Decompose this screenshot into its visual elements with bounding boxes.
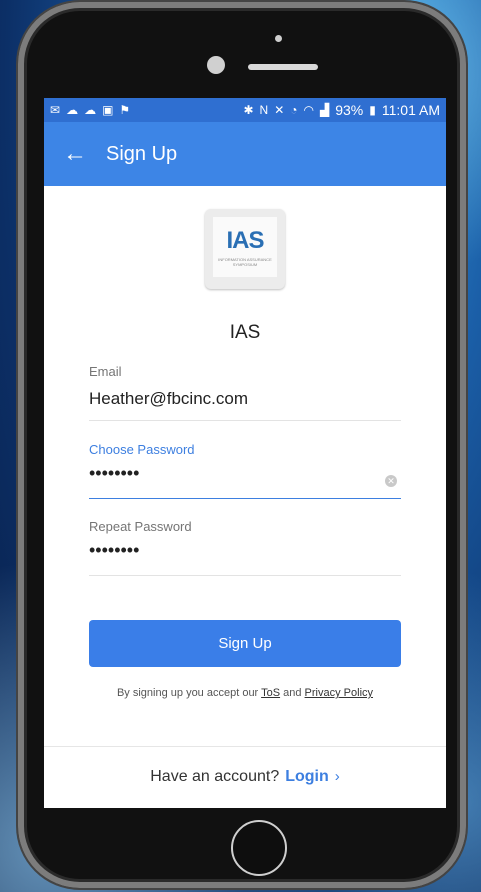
repeat-password-label: Repeat Password (89, 519, 192, 534)
terms-and: and (283, 687, 302, 699)
org-logo-subtitle: INFORMATION ASSURANCE SYMPOSIUM (218, 257, 272, 267)
app-bar: ← Sign Up (44, 122, 446, 186)
notification-icons: ✉ ☁ ☁ ▣ ⚑ (50, 104, 130, 116)
alarm-icon: ◔ (290, 103, 298, 117)
choose-password-underline (89, 498, 401, 499)
battery-percent: 93% (335, 102, 364, 118)
email-label: Email (89, 364, 122, 379)
repeat-password-input[interactable]: •••••••• (89, 540, 401, 561)
choose-password-input[interactable]: •••••••• (89, 463, 401, 484)
privacy-policy-link[interactable]: Privacy Policy (305, 687, 373, 699)
sign-up-button[interactable]: Sign Up (89, 620, 401, 667)
repeat-password-field[interactable]: Repeat Password •••••••• (89, 519, 401, 576)
status-time: 11:01 AM (381, 102, 440, 118)
cloud-upload-icon: ☁ (84, 103, 97, 117)
earpiece-speaker (248, 64, 318, 70)
weather-icon: ☁ (66, 103, 79, 117)
org-logo: IAS INFORMATION ASSURANCE SYMPOSIUM (205, 209, 285, 289)
back-arrow-icon[interactable]: ← (44, 140, 106, 168)
terms-text: By signing up you accept our ToS and Pri… (44, 687, 446, 699)
flag-icon: ⚑ (119, 103, 131, 117)
nfc-icon: N (259, 103, 269, 117)
status-bar: ✉ ☁ ☁ ▣ ⚑ ✱ N ✕ ◔ ◠ ▟ 93% ▮ 11:01 AM (44, 98, 446, 122)
front-sensor (275, 35, 282, 42)
tos-link[interactable]: ToS (261, 687, 280, 699)
chevron-right-icon[interactable]: › (335, 768, 340, 785)
clear-icon[interactable]: ✕ (385, 475, 397, 487)
app-screen: ✉ ☁ ☁ ▣ ⚑ ✱ N ✕ ◔ ◠ ▟ 93% ▮ 11:01 AM ← S… (44, 98, 446, 808)
signal-icon: ▟ (320, 103, 330, 117)
page-title: Sign Up (106, 142, 178, 165)
email-field[interactable]: Email Heather@fbcinc.com (89, 364, 401, 421)
repeat-password-underline (89, 575, 401, 576)
gallery-icon: ▣ (102, 103, 114, 117)
wifi-icon: ◠ (303, 103, 314, 117)
mute-icon: ✕ (274, 103, 285, 117)
org-name: IAS (229, 322, 261, 343)
battery-icon: ▮ (369, 103, 376, 117)
email-underline (89, 420, 401, 421)
choose-password-label: Choose Password (89, 442, 195, 457)
home-button[interactable] (231, 820, 287, 876)
system-icons: ✱ N ✕ ◔ ◠ ▟ 93% ▮ 11:01 AM (243, 102, 440, 118)
divider (44, 746, 446, 747)
login-link[interactable]: Login (285, 768, 329, 785)
email-input[interactable]: Heather@fbcinc.com (89, 389, 401, 409)
org-logo-image: IAS INFORMATION ASSURANCE SYMPOSIUM (213, 217, 277, 277)
choose-password-field[interactable]: Choose Password •••••••• ✕ (89, 442, 401, 499)
terms-prefix: By signing up you accept our (116, 687, 259, 699)
login-prompt: Have an account? Login › (44, 768, 446, 786)
org-logo-mark: IAS (226, 227, 264, 254)
bluetooth-icon: ✱ (243, 103, 254, 117)
have-account-text: Have an account? (150, 768, 280, 785)
front-camera (207, 56, 225, 74)
gmail-icon: ✉ (50, 103, 61, 117)
